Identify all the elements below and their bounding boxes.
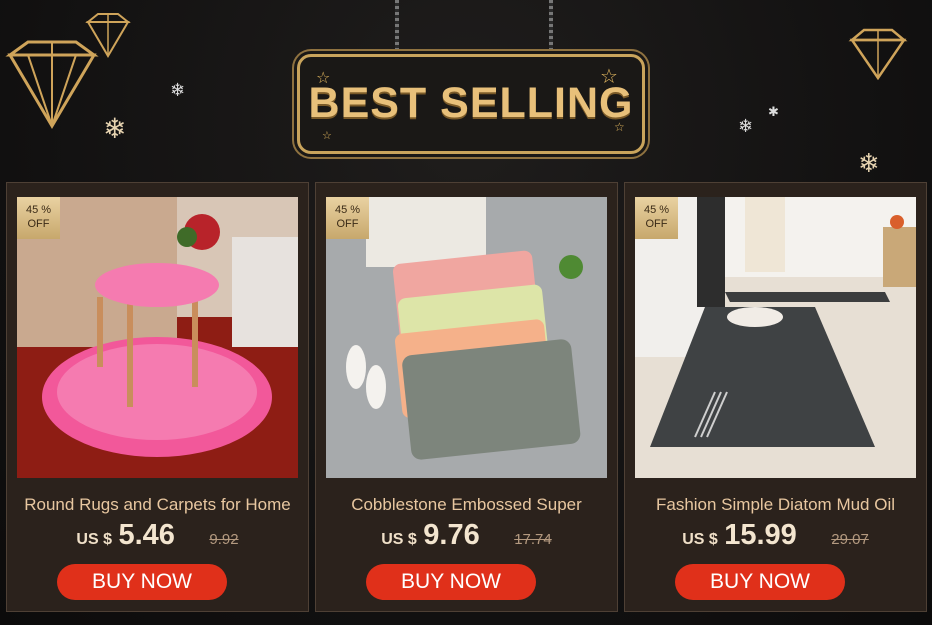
- buy-now-button[interactable]: BUY NOW: [675, 564, 845, 600]
- pink-round-rug-image: [17, 197, 298, 478]
- discount-value: 45 %: [334, 204, 361, 216]
- product-image[interactable]: 45 % OFF: [635, 197, 916, 478]
- page-title: BEST SELLING: [308, 79, 634, 127]
- snowflake-icon: ❄: [738, 116, 754, 136]
- product-card[interactable]: 45 % OFF Cobblestone Embossed Super US $…: [315, 182, 618, 612]
- hanging-chain: [549, 0, 553, 52]
- product-card[interactable]: 45 % OFF Fashion Simple Diatom Mud Oil U…: [624, 182, 927, 612]
- discount-badge: 45 % OFF: [326, 197, 369, 239]
- currency: US $: [682, 531, 718, 548]
- star-icon: ☆: [322, 130, 332, 142]
- price-row: US $ 9.76 17.74: [316, 519, 617, 552]
- discount-badge: 45 % OFF: [17, 197, 60, 239]
- buy-now-button[interactable]: BUY NOW: [366, 564, 536, 600]
- discount-label: OFF: [645, 218, 668, 230]
- snowflake-icon: ✱: [768, 104, 779, 119]
- product-image[interactable]: 45 % OFF: [17, 197, 298, 478]
- discount-value: 45 %: [643, 204, 670, 216]
- discount-badge: 45 % OFF: [635, 197, 678, 239]
- sale-price: 9.76: [423, 519, 480, 551]
- original-price: 29.07: [831, 531, 869, 548]
- sale-price: 15.99: [724, 519, 797, 551]
- kitchen-runner-mat-image: [635, 197, 916, 478]
- discount-label: OFF: [336, 218, 359, 230]
- product-title[interactable]: Fashion Simple Diatom Mud Oil: [625, 495, 926, 515]
- product-card[interactable]: 45 % OFF Round Rugs and Carpets for Home…: [6, 182, 309, 612]
- currency: US $: [76, 531, 112, 548]
- original-price: 17.74: [514, 531, 552, 548]
- sale-price: 5.46: [118, 519, 175, 551]
- snowflake-icon: ❄: [170, 80, 186, 100]
- currency: US $: [381, 531, 417, 548]
- snowflake-icon: ❄: [103, 113, 127, 144]
- hanging-chain: [395, 0, 399, 52]
- diamond-ornament-icon: [85, 13, 131, 58]
- snowflake-icon: ❄: [858, 148, 880, 178]
- price-row: US $ 15.99 29.07: [625, 519, 926, 552]
- price-row: US $ 5.46 9.92: [7, 519, 308, 552]
- discount-label: OFF: [27, 218, 50, 230]
- product-image[interactable]: 45 % OFF: [326, 197, 607, 478]
- product-title[interactable]: Cobblestone Embossed Super: [316, 495, 617, 515]
- discount-value: 45 %: [25, 204, 52, 216]
- best-selling-banner: ☆ ☆ ☆ ☆ BEST SELLING: [297, 54, 645, 154]
- product-title[interactable]: Round Rugs and Carpets for Home: [7, 495, 308, 515]
- bath-mats-image: [326, 197, 607, 478]
- buy-now-button[interactable]: BUY NOW: [57, 564, 227, 600]
- original-price: 9.92: [209, 531, 239, 548]
- diamond-ornament-icon: [848, 28, 908, 80]
